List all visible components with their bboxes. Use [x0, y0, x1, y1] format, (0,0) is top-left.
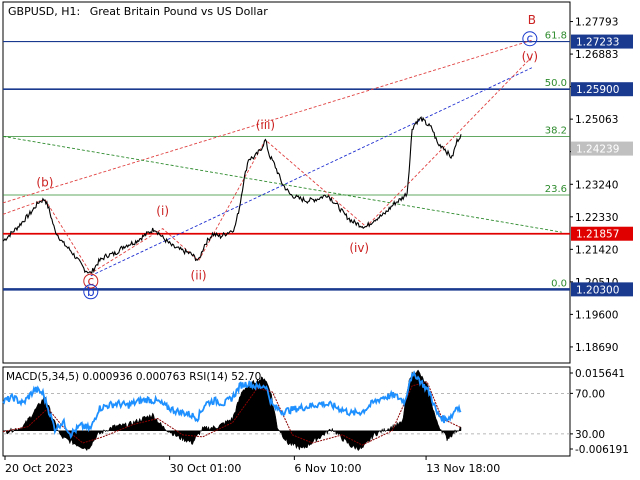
wave-label-7: (iv) [349, 241, 369, 255]
y-tick-label-10: 1.18690 [575, 342, 618, 354]
price-box-label-1: 1.25900 [576, 84, 619, 96]
wave-label-4: (iii) [256, 118, 275, 132]
wave-label-5: (i) [156, 204, 169, 218]
y-tick-label-0: 1.27793 [575, 17, 618, 29]
ind-y-tick-label-0: 0.015641 [575, 368, 625, 380]
chart-canvas: 61.8 50.0 38.2 23.6 0.0 Bc (v) (b) (iii) (i) (ii)… [0, 0, 640, 480]
indicator-title: MACD(5,34,5) 0.000936 0.000763 RSI(14) 5… [6, 371, 261, 383]
fib-label-0: 61.8 [545, 31, 567, 42]
y-tick-label-6: 1.22330 [575, 212, 618, 224]
price-box-label-2: 1.24239 [576, 144, 619, 156]
symbol-label: GBPUSD, H1: [8, 5, 80, 18]
wave-label-2: (v) [522, 50, 538, 64]
chart-background [0, 0, 640, 480]
wave-label-6: (ii) [191, 269, 207, 283]
y-tick-label-7: 1.21420 [575, 244, 618, 256]
y-tick-label-1: 1.26883 [575, 49, 618, 61]
wave-label-9: b [87, 285, 95, 299]
x-tick-label-0: 20 Oct 2023 [5, 462, 73, 475]
price-box-label-4: 1.20300 [576, 284, 619, 296]
symbol-description: Great Britain Pound vs US Dollar [90, 5, 269, 18]
ind-y-tick-label-2: 30.00 [575, 429, 605, 441]
fib-label-4: 0.0 [551, 278, 567, 289]
price-box-label-0: 1.27233 [576, 37, 619, 49]
wave-label-1: c [527, 32, 534, 46]
x-tick-label-3: 13 Nov 18:00 [426, 462, 500, 475]
y-tick-label-3: 1.25063 [575, 114, 618, 126]
x-tick-label-2: 6 Nov 10:00 [294, 462, 361, 475]
wave-label-3: (b) [36, 175, 53, 189]
ind-y-tick-label-3: -0.006191 [575, 444, 629, 456]
price-box-label-3: 1.21857 [576, 229, 619, 241]
fib-label-1: 50.0 [545, 78, 567, 89]
y-tick-label-9: 1.19600 [575, 309, 618, 321]
x-tick-label-1: 30 Oct 01:00 [170, 462, 242, 475]
ind-y-tick-label-1: 70.00 [575, 388, 605, 400]
fib-label-3: 23.6 [545, 184, 567, 195]
wave-label-0: B [528, 13, 536, 27]
fib-label-2: 38.2 [545, 125, 567, 136]
y-tick-label-5: 1.23240 [575, 179, 618, 191]
chart-title: GBPUSD, H1: Great Britain Pound vs US Do… [8, 5, 268, 18]
